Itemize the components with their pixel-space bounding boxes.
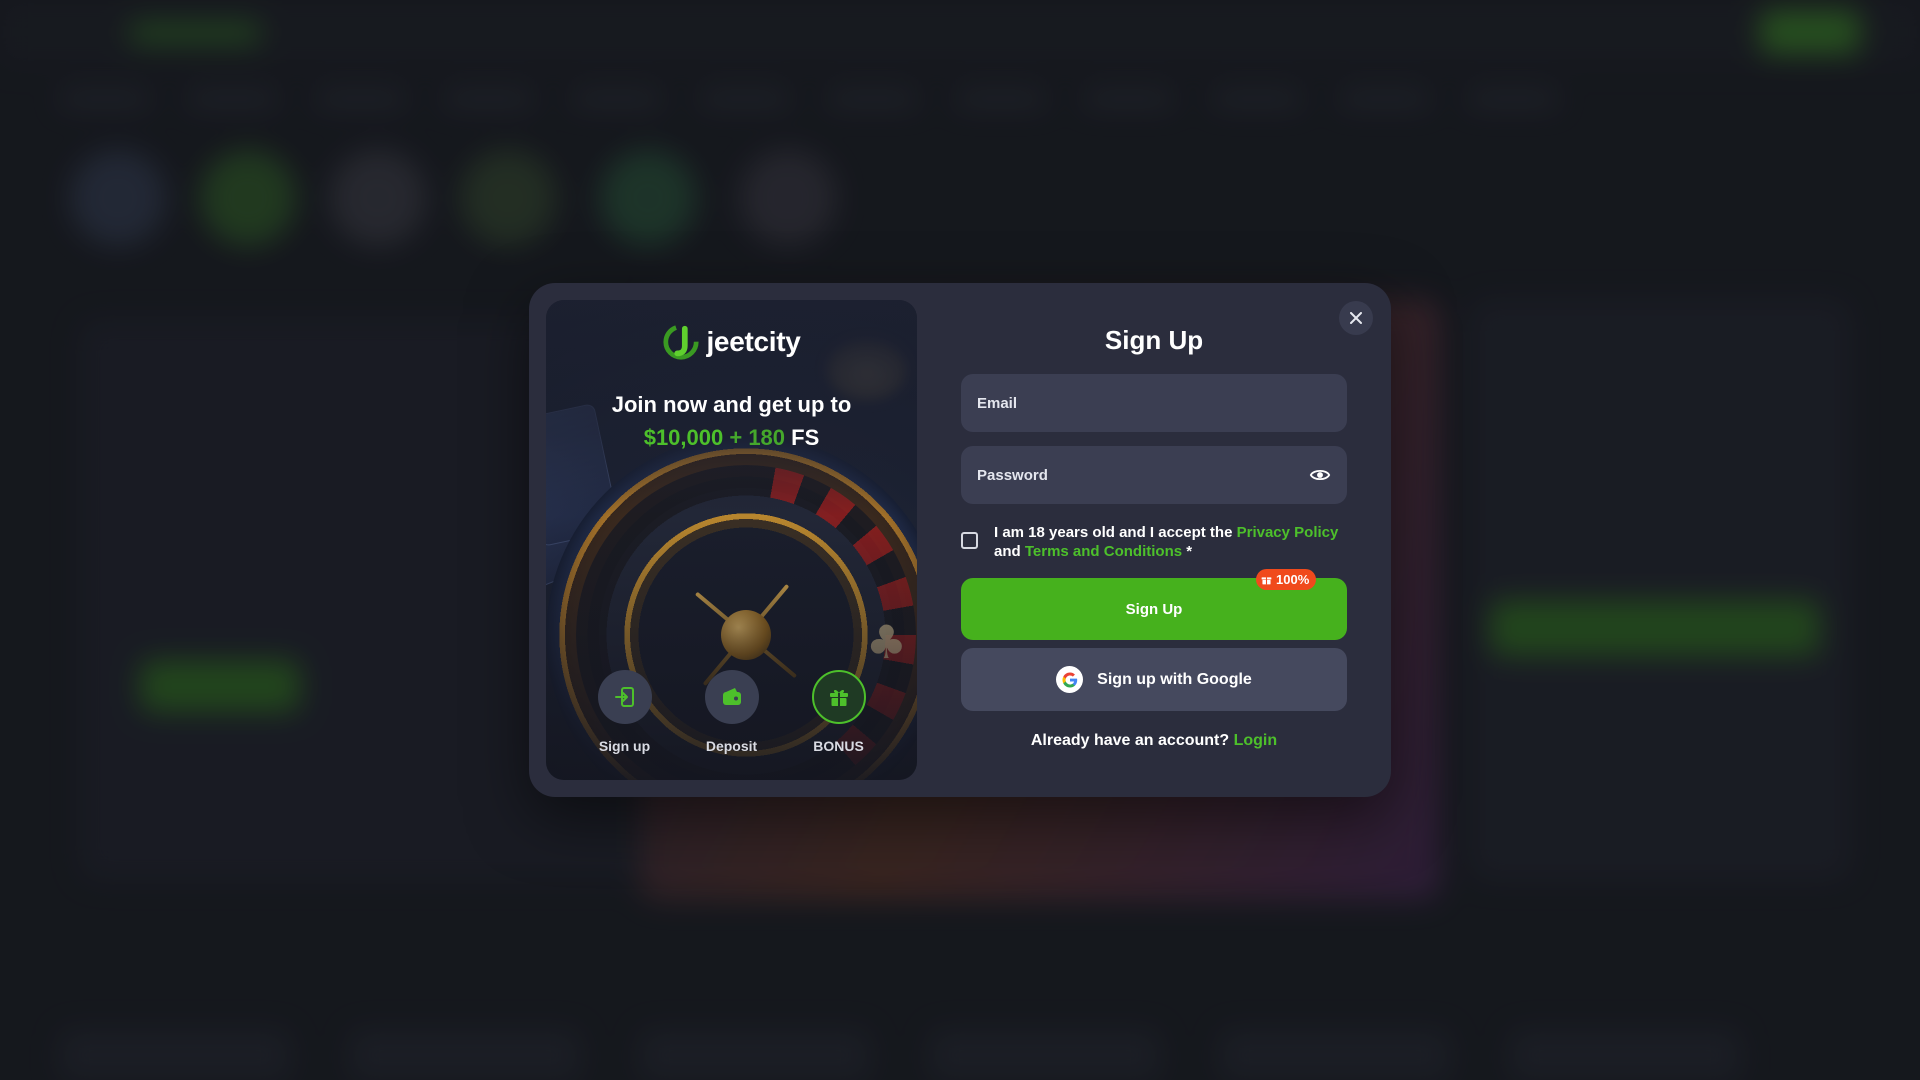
login-link[interactable]: Login bbox=[1234, 732, 1278, 749]
bonus-badge-text: 100% bbox=[1276, 572, 1310, 587]
promo-fs: FS bbox=[791, 425, 820, 450]
form-title: Sign Up bbox=[1104, 325, 1204, 355]
brand-name: jeetcity bbox=[706, 326, 801, 357]
promo-headline: Join now and get up to $10,000 + 180 FS bbox=[546, 388, 917, 454]
terms-and: and bbox=[994, 543, 1021, 560]
promo-free-spins-count: + 180 bbox=[729, 425, 786, 450]
login-prompt: Already have an account? Login bbox=[961, 732, 1347, 750]
promo-headline-text: Join now and get up to bbox=[611, 392, 852, 417]
google-signup-button[interactable]: Sign up with Google bbox=[961, 648, 1347, 711]
privacy-policy-link[interactable]: Privacy Policy bbox=[1237, 524, 1339, 541]
close-icon bbox=[1350, 312, 1362, 324]
promo-offer: $10,000 + 180 FS bbox=[546, 421, 917, 454]
google-signup-label: Sign up with Google bbox=[1097, 670, 1252, 688]
step-bonus: BONUS bbox=[794, 670, 884, 754]
gift-icon bbox=[829, 689, 848, 706]
brand-logo: jeetcity bbox=[546, 323, 917, 361]
terms-prefix: I am 18 years old and I accept the bbox=[994, 524, 1233, 541]
step-deposit: Deposit bbox=[687, 670, 777, 754]
step-label: Deposit bbox=[705, 738, 758, 754]
email-input[interactable] bbox=[977, 394, 1331, 412]
gift-icon bbox=[1261, 577, 1272, 585]
terms-text: I am 18 years old and I accept the Priva… bbox=[994, 523, 1347, 561]
step-circle-active bbox=[811, 670, 866, 724]
google-icon bbox=[1056, 666, 1084, 693]
wallet-icon bbox=[722, 688, 741, 705]
step-sign-up: Sign up bbox=[580, 670, 670, 754]
bonus-badge: 100% bbox=[1256, 569, 1317, 590]
step-circle bbox=[597, 670, 652, 724]
show-password-eye-icon[interactable] bbox=[1309, 464, 1331, 486]
promo-amount: $10,000 bbox=[643, 425, 724, 450]
sign-in-icon bbox=[614, 687, 634, 707]
signup-modal: A A ♣ jeetcity Join now and get up to $1… bbox=[529, 283, 1391, 797]
required-mark: * bbox=[1186, 543, 1193, 560]
step-circle bbox=[704, 670, 759, 724]
step-label: BONUS bbox=[813, 738, 864, 754]
terms-conditions-link[interactable]: Terms and Conditions bbox=[1025, 543, 1182, 560]
promo-panel: A A ♣ jeetcity Join now and get up to $1… bbox=[546, 300, 917, 780]
password-input[interactable] bbox=[977, 466, 1309, 484]
jeetcity-logo-icon bbox=[663, 324, 700, 360]
step-label: Sign up bbox=[598, 738, 651, 754]
email-field-wrapper bbox=[961, 374, 1347, 432]
login-prompt-text: Already have an account? bbox=[1030, 732, 1230, 749]
age-terms-checkbox[interactable] bbox=[961, 532, 978, 549]
terms-consent: I am 18 years old and I accept the Priva… bbox=[961, 523, 1347, 561]
password-field-wrapper bbox=[961, 446, 1347, 504]
signup-steps: Sign up Deposit BONUS bbox=[546, 670, 917, 754]
